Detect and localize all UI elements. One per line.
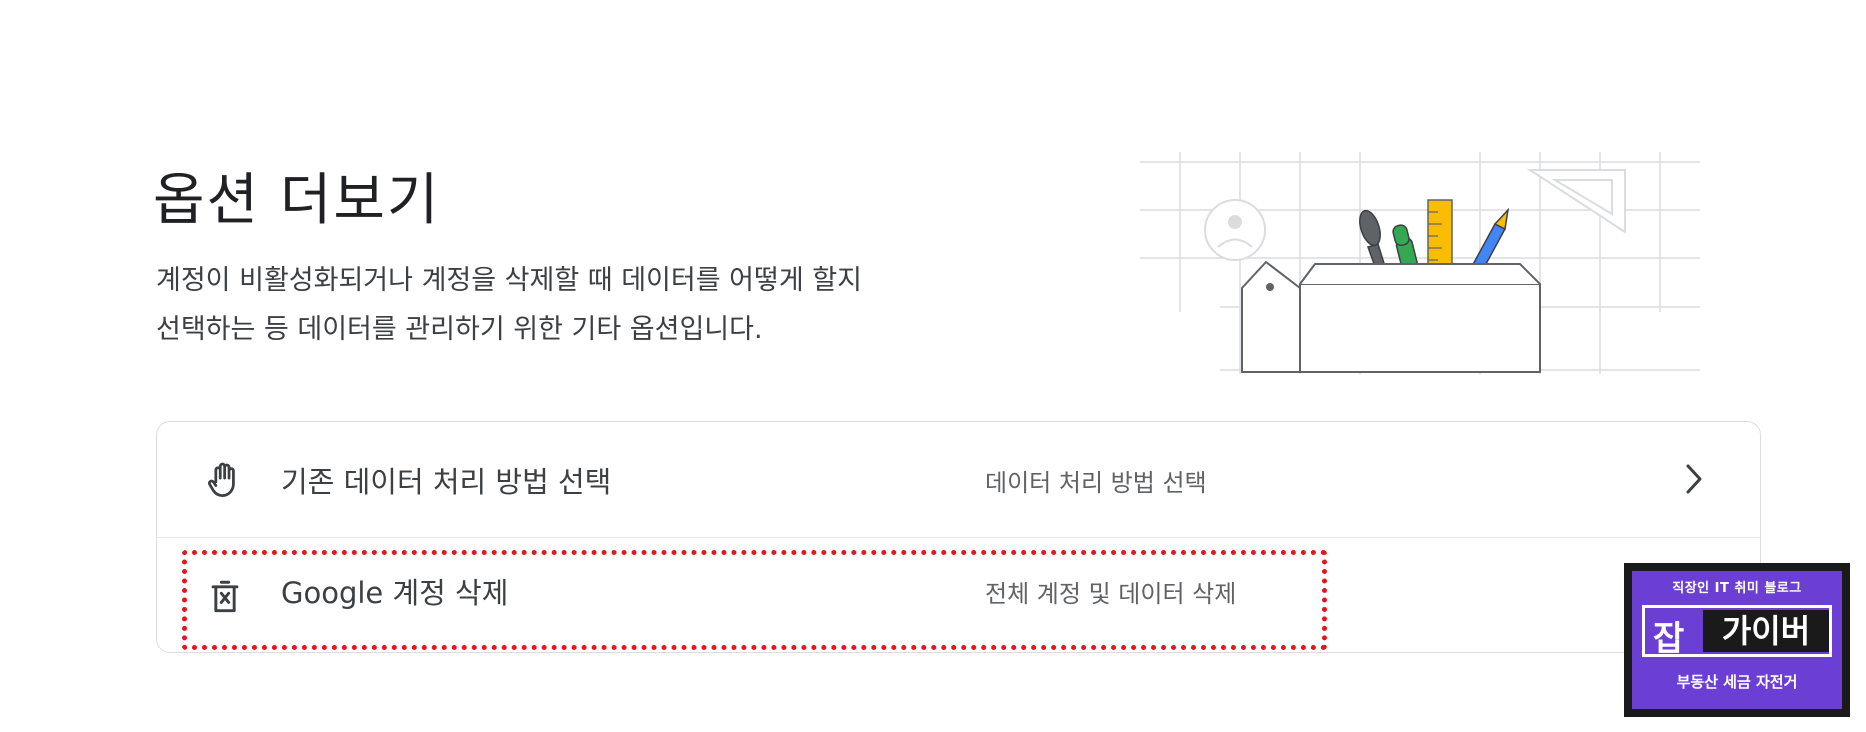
- option-row-data-handling[interactable]: 기존 데이터 처리 방법 선택 데이터 처리 방법 선택: [157, 422, 1760, 537]
- option-label: 기존 데이터 처리 방법 선택: [281, 465, 612, 499]
- description-line-1: 계정이 비활성화되거나 계정을 삭제할 때 데이터를 어떻게 할지: [156, 265, 862, 296]
- page: 옵션 더보기 계정이 비활성화되거나 계정을 삭제할 때 데이터를 어떻게 할지…: [0, 0, 1866, 732]
- description-line-2: 선택하는 등 데이터를 관리하기 위한 기타 옵션입니다.: [156, 314, 763, 345]
- delete-account-icon: [211, 580, 239, 613]
- option-row-delete-account[interactable]: Google 계정 삭제 전체 계정 및 데이터 삭제: [157, 538, 1760, 653]
- toolbox-illustration: [1140, 152, 1700, 374]
- options-card: 기존 데이터 처리 방법 선택 데이터 처리 방법 선택 Google 계정 삭…: [156, 421, 1761, 653]
- option-value: 데이터 처리 방법 선택: [985, 469, 1207, 497]
- hand-icon: [208, 462, 235, 497]
- option-value: 전체 계정 및 데이터 삭제: [985, 580, 1237, 608]
- watermark-topics: 부동산 세금 자전거: [1676, 673, 1798, 691]
- page-description: 계정이 비활성화되거나 계정을 삭제할 때 데이터를 어떻게 할지 선택하는 등…: [156, 256, 1056, 354]
- watermark-logo-prefix: 잡: [1653, 619, 1685, 659]
- blog-watermark: 직장인 IT 취미 블로그 잡 가이버 부동산 세금 자전거: [1624, 563, 1850, 717]
- option-label: Google 계정 삭제: [281, 576, 509, 610]
- watermark-logo-name: 가이버: [1703, 610, 1829, 652]
- watermark-tagline: 직장인 IT 취미 블로그: [1672, 581, 1802, 596]
- chevron-right-icon: [1686, 464, 1702, 494]
- page-title: 옵션 더보기: [153, 168, 441, 233]
